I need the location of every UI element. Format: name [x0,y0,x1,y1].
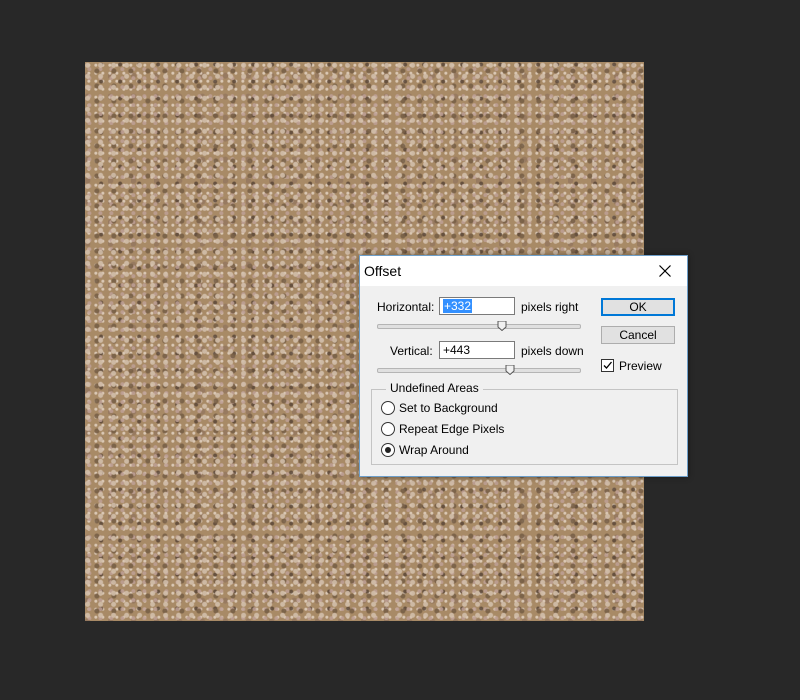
preview-checkbox[interactable] [601,359,614,372]
option-label: Repeat Edge Pixels [399,422,505,436]
vertical-slider[interactable] [377,368,581,373]
close-button[interactable] [643,256,687,286]
option-label: Set to Background [399,401,498,415]
undefined-areas-legend: Undefined Areas [386,381,483,395]
radio-button[interactable] [381,422,395,436]
vertical-unit: pixels down [521,344,584,358]
horizontal-input[interactable]: +332 [439,297,515,315]
vertical-slider-thumb[interactable] [505,365,515,375]
checkmark-icon [603,361,612,369]
horizontal-label: Horizontal: [377,300,435,314]
radio-selected-dot [385,447,391,453]
horizontal-slider-thumb[interactable] [497,321,507,331]
ok-button[interactable]: OK [601,298,675,316]
radio-button[interactable] [381,401,395,415]
option-label: Wrap Around [399,443,469,457]
dialog-title: Offset [364,263,402,279]
radio-button[interactable] [381,443,395,457]
horizontal-value: +332 [443,299,473,313]
offset-dialog: Offset Horizontal: +332 pixels right Ver… [359,255,688,477]
preview-label: Preview [619,359,662,373]
close-icon [659,265,671,277]
horizontal-unit: pixels right [521,300,579,314]
cancel-button[interactable]: Cancel [601,326,675,344]
vertical-label: Vertical: [390,344,433,358]
vertical-input[interactable]: +443 [439,341,515,359]
horizontal-slider[interactable] [377,324,581,329]
vertical-value: +443 [443,343,471,357]
dialog-titlebar[interactable]: Offset [360,256,687,286]
